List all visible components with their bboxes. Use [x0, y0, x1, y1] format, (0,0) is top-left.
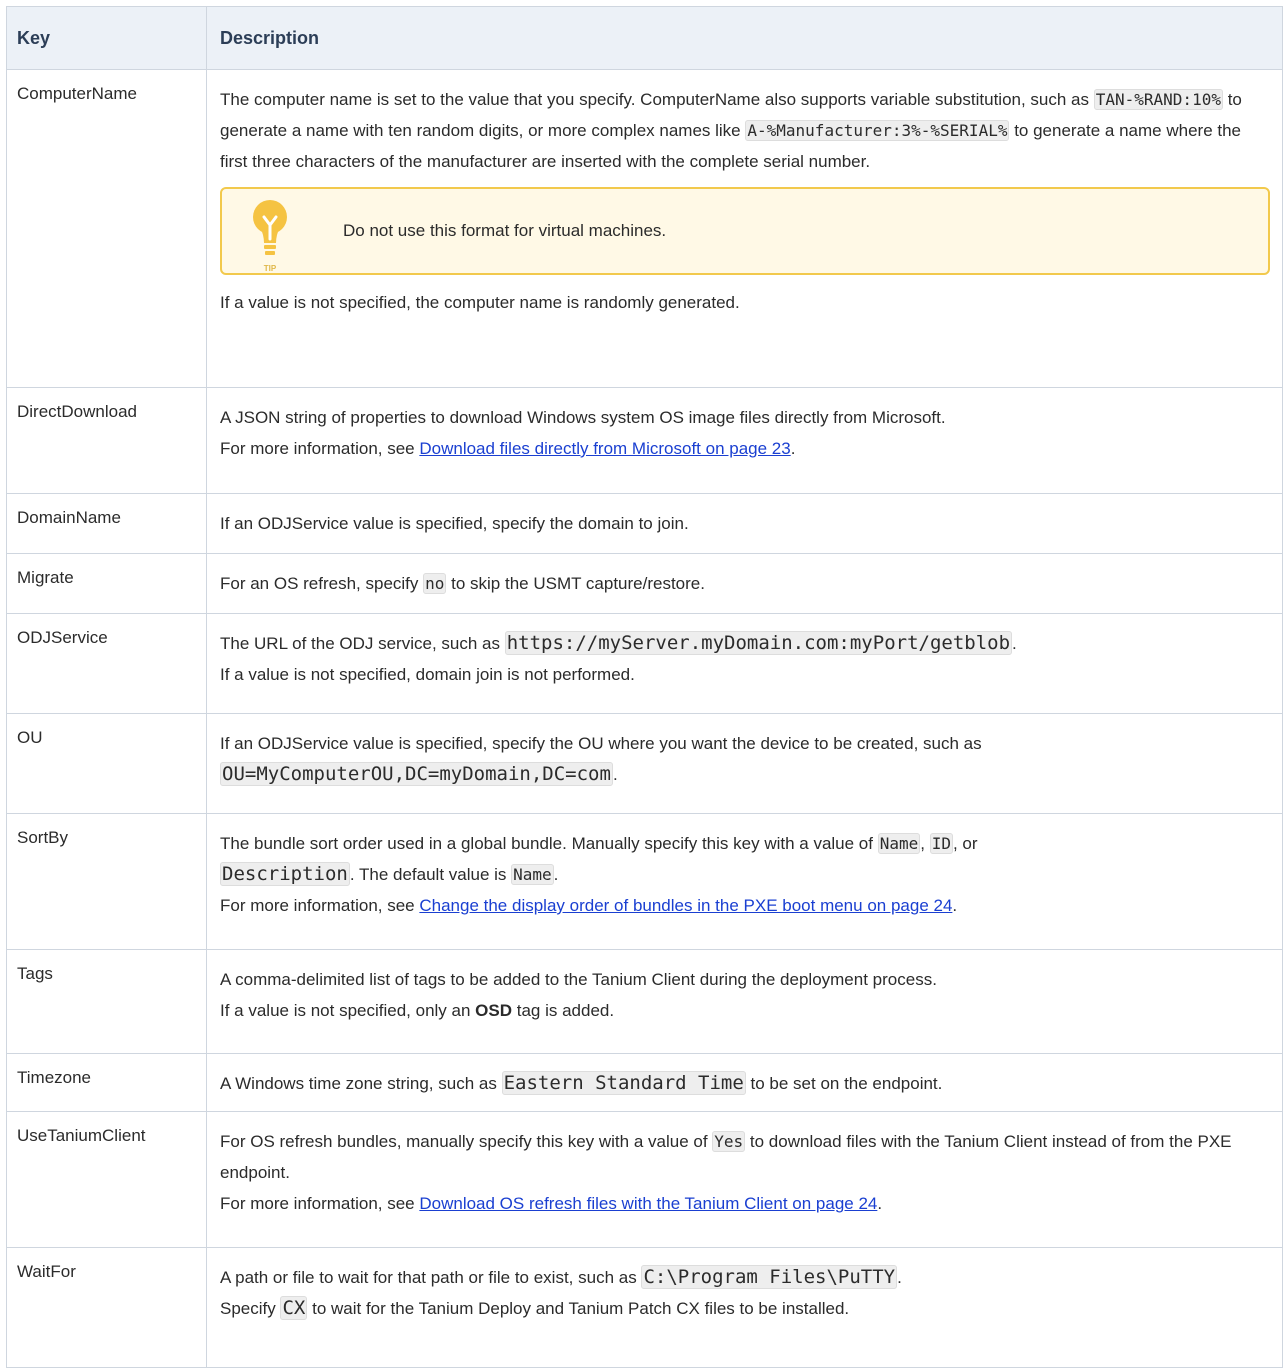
key-cell: ODJService [7, 614, 207, 713]
tip-callout: TIP Do not use this format for virtual m… [220, 187, 1270, 275]
key-cell: Migrate [7, 554, 207, 613]
code-snippet: no [423, 573, 447, 594]
table-row: Tags A comma-delimited list of tags to b… [7, 950, 1282, 1054]
description-text: The bundle sort order used in a global b… [220, 833, 978, 854]
keys-table: Key Description ComputerName The compute… [6, 6, 1283, 1368]
description-cell: The bundle sort order used in a global b… [207, 814, 1282, 949]
table-row: DirectDownload A JSON string of properti… [7, 388, 1282, 494]
table-row: Migrate For an OS refresh, specify no to… [7, 554, 1282, 614]
description-cell: For OS refresh bundles, manually specify… [207, 1112, 1282, 1247]
description-text: The URL of the ODJ service, such as http… [220, 631, 1017, 655]
description-cell: A Windows time zone string, such as East… [207, 1054, 1282, 1111]
key-cell: WaitFor [7, 1248, 207, 1367]
description-cell: A JSON string of properties to download … [207, 388, 1282, 493]
description-text: If a value is not specified, domain join… [220, 665, 635, 684]
tip-label: TIP [264, 264, 277, 273]
lightbulb-icon: TIP [253, 200, 287, 273]
description-text: If an ODJService value is specified, spe… [220, 734, 982, 753]
description-text: If a value is not specified, the compute… [220, 293, 740, 312]
table-row: UseTaniumClient For OS refresh bundles, … [7, 1112, 1282, 1248]
description-cell: The computer name is set to the value th… [207, 70, 1282, 387]
header-key: Key [7, 7, 207, 69]
code-snippet: Yes [712, 1131, 746, 1152]
key-cell: Tags [7, 950, 207, 1053]
description-text: For more information, see Download OS re… [220, 1194, 883, 1213]
description-text: If an ODJService value is specified, spe… [220, 514, 689, 533]
table-row: SortBy The bundle sort order used in a g… [7, 814, 1282, 950]
description-cell: If an ODJService value is specified, spe… [207, 714, 1282, 813]
key-cell: ComputerName [7, 70, 207, 387]
key-cell: UseTaniumClient [7, 1112, 207, 1247]
key-cell: DomainName [7, 494, 207, 553]
description-text: A Windows time zone string, such as East… [220, 1071, 943, 1095]
table-row: ComputerName The computer name is set to… [7, 70, 1282, 388]
key-cell: DirectDownload [7, 388, 207, 493]
description-cell: A comma-delimited list of tags to be add… [207, 950, 1282, 1053]
description-text: The computer name is set to the value th… [220, 89, 1242, 171]
description-text: A path or file to wait for that path or … [220, 1265, 902, 1289]
link-download-os-refresh-files[interactable]: Download OS refresh files with the Taniu… [419, 1194, 877, 1213]
description-text: For OS refresh bundles, manually specify… [220, 1131, 1232, 1182]
description-text: Description. The default value is Name. [220, 862, 559, 886]
description-text: OU=MyComputerOU,DC=myDomain,DC=com. [220, 762, 618, 786]
code-snippet: A-%Manufacturer:3%-%SERIAL% [745, 120, 1010, 141]
description-text: For an OS refresh, specify no to skip th… [220, 573, 705, 594]
bold-text: OSD [475, 1001, 512, 1020]
table-row: ODJService The URL of the ODJ service, s… [7, 614, 1282, 714]
description-text: For more information, see Download files… [220, 439, 796, 458]
key-cell: SortBy [7, 814, 207, 949]
link-download-files-directly[interactable]: Download files directly from Microsoft o… [419, 439, 790, 458]
table-row: WaitFor A path or file to wait for that … [7, 1248, 1282, 1368]
code-snippet: Name [877, 833, 921, 854]
description-text: A JSON string of properties to download … [220, 408, 946, 427]
link-change-display-order[interactable]: Change the display order of bundles in t… [419, 896, 952, 915]
table-row: Timezone A Windows time zone string, suc… [7, 1054, 1282, 1112]
code-snippet: CX [280, 1296, 308, 1320]
description-cell: For an OS refresh, specify no to skip th… [207, 554, 1282, 613]
code-snippet: Description [220, 862, 350, 886]
table-header-row: Key Description [7, 7, 1282, 70]
table-row: DomainName If an ODJService value is spe… [7, 494, 1282, 554]
table-row: OU If an ODJService value is specified, … [7, 714, 1282, 814]
code-snippet: ID [929, 833, 953, 854]
header-description: Description [220, 27, 320, 48]
key-cell: OU [7, 714, 207, 813]
description-text: If a value is not specified, only an OSD… [220, 1001, 615, 1020]
code-snippet: Name [511, 864, 554, 885]
code-snippet: Eastern Standard Time [501, 1071, 746, 1095]
key-cell: Timezone [7, 1054, 207, 1111]
tip-text: Do not use this format for virtual machi… [343, 221, 667, 240]
description-text: Specify CX to wait for the Tanium Deploy… [220, 1296, 850, 1320]
code-snippet: https://myServer.myDomain.com:myPort/get… [504, 631, 1013, 655]
description-cell: If an ODJService value is specified, spe… [207, 494, 1282, 553]
code-snippet: TAN-%RAND:10% [1093, 89, 1223, 110]
description-text: For more information, see Change the dis… [220, 896, 958, 915]
description-cell: The URL of the ODJ service, such as http… [207, 614, 1282, 713]
description-text: A comma-delimited list of tags to be add… [220, 970, 937, 989]
code-snippet: OU=MyComputerOU,DC=myDomain,DC=com [220, 762, 613, 786]
code-snippet: C:\Program Files\PuTTY [641, 1265, 898, 1289]
description-cell: A path or file to wait for that path or … [207, 1248, 1282, 1367]
